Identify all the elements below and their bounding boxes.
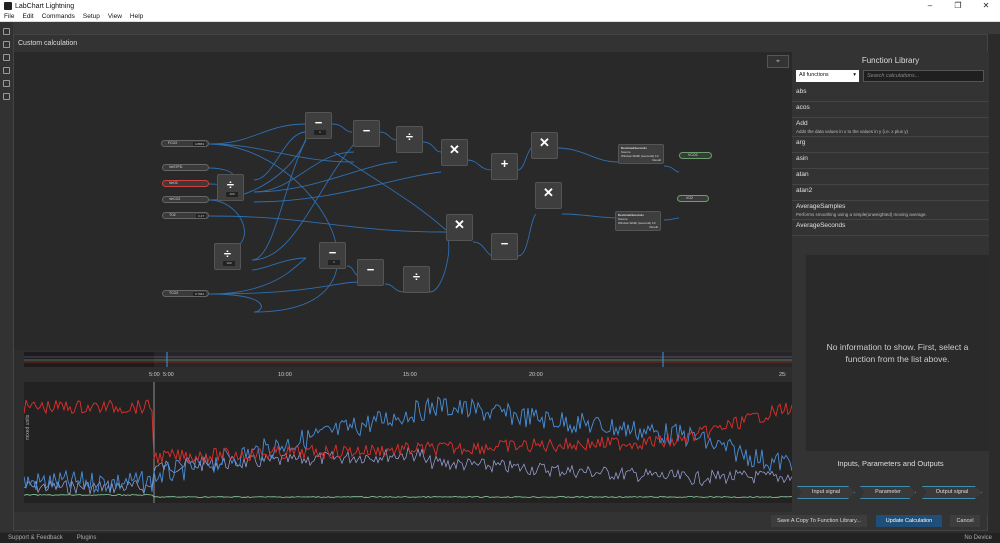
device-status: No Device bbox=[964, 535, 992, 541]
grid-icon[interactable] bbox=[3, 80, 10, 87]
divide-node[interactable]: ÷ bbox=[396, 126, 423, 153]
menu-commands[interactable]: Commands bbox=[38, 13, 79, 20]
decimate-seconds-node[interactable]: DecimateSeconds Source Window Width (sec… bbox=[615, 211, 661, 231]
channel-node[interactable]: TO2 0.27 bbox=[162, 212, 209, 219]
function-item-abs[interactable]: abs bbox=[792, 86, 989, 102]
multiply-node[interactable]: ✕ bbox=[531, 132, 558, 159]
close-window-button[interactable]: ✕ bbox=[972, 0, 1000, 12]
function-item-add[interactable]: Add Adds the data values in x to the valu… bbox=[792, 118, 989, 137]
overview-strip[interactable] bbox=[24, 352, 792, 367]
function-filter-dropdown[interactable]: All functions ▾ bbox=[796, 70, 859, 82]
settings-icon[interactable] bbox=[3, 93, 10, 100]
signal-chart[interactable]: mixed units bbox=[24, 382, 792, 503]
add-node[interactable]: + bbox=[491, 153, 518, 180]
function-item-averagesamples[interactable]: AverageSamples Performs smoothing using a… bbox=[792, 201, 989, 220]
multiply-node[interactable]: ✕ bbox=[446, 214, 473, 241]
function-item-atan[interactable]: atan bbox=[792, 169, 989, 185]
subtract-node[interactable]: − 1 bbox=[305, 112, 332, 139]
decimate-seconds-node[interactable]: DecimateSeconds Source Window Width (sec… bbox=[618, 144, 664, 164]
channel-node[interactable]: FCO2 4.8863 bbox=[161, 140, 209, 147]
plugins-link[interactable]: Plugins bbox=[77, 535, 97, 541]
function-search-input[interactable]: Search calculations... bbox=[863, 70, 984, 82]
channel-node[interactable]: VeCO2 bbox=[162, 196, 209, 203]
save-copy-button[interactable]: Save A Copy To Function Library... bbox=[771, 515, 867, 527]
info-message: No information to show. First, select a … bbox=[826, 342, 969, 364]
background-toolbar bbox=[0, 22, 1000, 34]
dialog-title: Custom calculation bbox=[14, 35, 987, 52]
function-list[interactable]: abs acos Add Adds the data values in x to… bbox=[792, 86, 989, 251]
signal-preview: 5:00 5:00 10:00 15:00 20:00 25: mixed un… bbox=[14, 350, 792, 513]
title-bar: LabChart Lightning – ❐ ✕ bbox=[0, 0, 1000, 12]
app-title: LabChart Lightning bbox=[15, 2, 75, 10]
waveform-icon[interactable] bbox=[3, 67, 10, 74]
function-library-panel: Function Library All functions ▾ Search … bbox=[792, 52, 989, 514]
menu-file[interactable]: File bbox=[0, 13, 18, 20]
menu-bar: File Edit Commands Setup View Help bbox=[0, 12, 1000, 22]
subtract-node[interactable]: − 1 bbox=[319, 242, 346, 269]
cancel-button[interactable]: Cancel bbox=[950, 515, 980, 527]
subtract-node[interactable]: − bbox=[353, 120, 380, 147]
crosshair-icon: ⌖ bbox=[776, 58, 780, 65]
parameter-button[interactable]: Parameter bbox=[860, 486, 916, 499]
connection-wires bbox=[208, 123, 680, 313]
status-bar: Support & Feedback Plugins No Device bbox=[0, 533, 1000, 543]
function-item-acos[interactable]: acos bbox=[792, 102, 989, 118]
ipo-legend: Input signal Parameter Output signal bbox=[797, 486, 985, 500]
output-node[interactable]: VCO2 bbox=[679, 152, 712, 159]
waveform-icon[interactable] bbox=[3, 54, 10, 61]
multiply-node[interactable]: ✕ bbox=[441, 139, 468, 166]
menu-help[interactable]: Help bbox=[126, 13, 147, 20]
divide-node[interactable]: ÷ bbox=[403, 266, 430, 293]
maximize-button[interactable]: ❐ bbox=[944, 0, 972, 12]
left-toolbar bbox=[0, 22, 13, 532]
custom-calculation-dialog: Custom calculation ⌖ FCO2 4.8863 VeSTPD … bbox=[13, 34, 989, 531]
multiply-node[interactable]: ✕ bbox=[535, 182, 562, 209]
divide-node[interactable]: ÷ 100 bbox=[217, 174, 244, 201]
function-library-title: Function Library bbox=[861, 56, 920, 65]
center-view-button[interactable]: ⌖ bbox=[767, 55, 789, 68]
signal-trace-lavender bbox=[24, 446, 792, 495]
signal-trace-green bbox=[24, 494, 792, 498]
node-editor-canvas[interactable]: ⌖ FCO2 4.8863 VeSTPD VeO2 VeCO2 TO2 0.27… bbox=[14, 52, 792, 350]
output-signal-button[interactable]: Output signal bbox=[922, 486, 982, 499]
window-controls: – ❐ ✕ bbox=[916, 0, 1000, 12]
function-item-atan2[interactable]: atan2 bbox=[792, 185, 989, 201]
menu-edit[interactable]: Edit bbox=[18, 13, 37, 20]
menu-view[interactable]: View bbox=[104, 13, 126, 20]
time-axis: 5:00 5:00 10:00 15:00 20:00 25: bbox=[149, 372, 787, 378]
undo-icon[interactable] bbox=[3, 28, 10, 35]
app-logo-icon bbox=[4, 2, 12, 10]
subtract-node[interactable]: − bbox=[357, 259, 384, 286]
chevron-down-icon: ▾ bbox=[853, 72, 856, 78]
input-signal-button[interactable]: Input signal bbox=[797, 486, 855, 499]
minimize-button[interactable]: – bbox=[916, 0, 944, 12]
search-icon[interactable] bbox=[3, 41, 10, 48]
update-calculation-button[interactable]: Update Calculation bbox=[876, 515, 942, 527]
divide-node[interactable]: ÷ 100 bbox=[214, 243, 241, 270]
channel-node[interactable]: TCO2 0.7964 bbox=[162, 290, 209, 297]
ipo-title: Inputs, Parameters and Outputs bbox=[837, 459, 944, 468]
signal-traces bbox=[24, 382, 792, 503]
function-info-box: No information to show. First, select a … bbox=[806, 255, 989, 451]
menu-setup[interactable]: Setup bbox=[79, 13, 104, 20]
function-item-arg[interactable]: arg bbox=[792, 137, 989, 153]
channel-node[interactable]: VeSTPD bbox=[162, 164, 209, 171]
output-node[interactable]: VO2 bbox=[677, 195, 709, 202]
subtract-node[interactable]: − bbox=[491, 233, 518, 260]
support-feedback-link[interactable]: Support & Feedback bbox=[8, 535, 63, 541]
dialog-footer: Save A Copy To Function Library... Updat… bbox=[14, 512, 987, 530]
channel-node[interactable]: VeO2 bbox=[162, 180, 209, 187]
function-item-averageseconds[interactable]: AverageSeconds bbox=[792, 220, 989, 236]
function-item-asin[interactable]: asin bbox=[792, 153, 989, 169]
